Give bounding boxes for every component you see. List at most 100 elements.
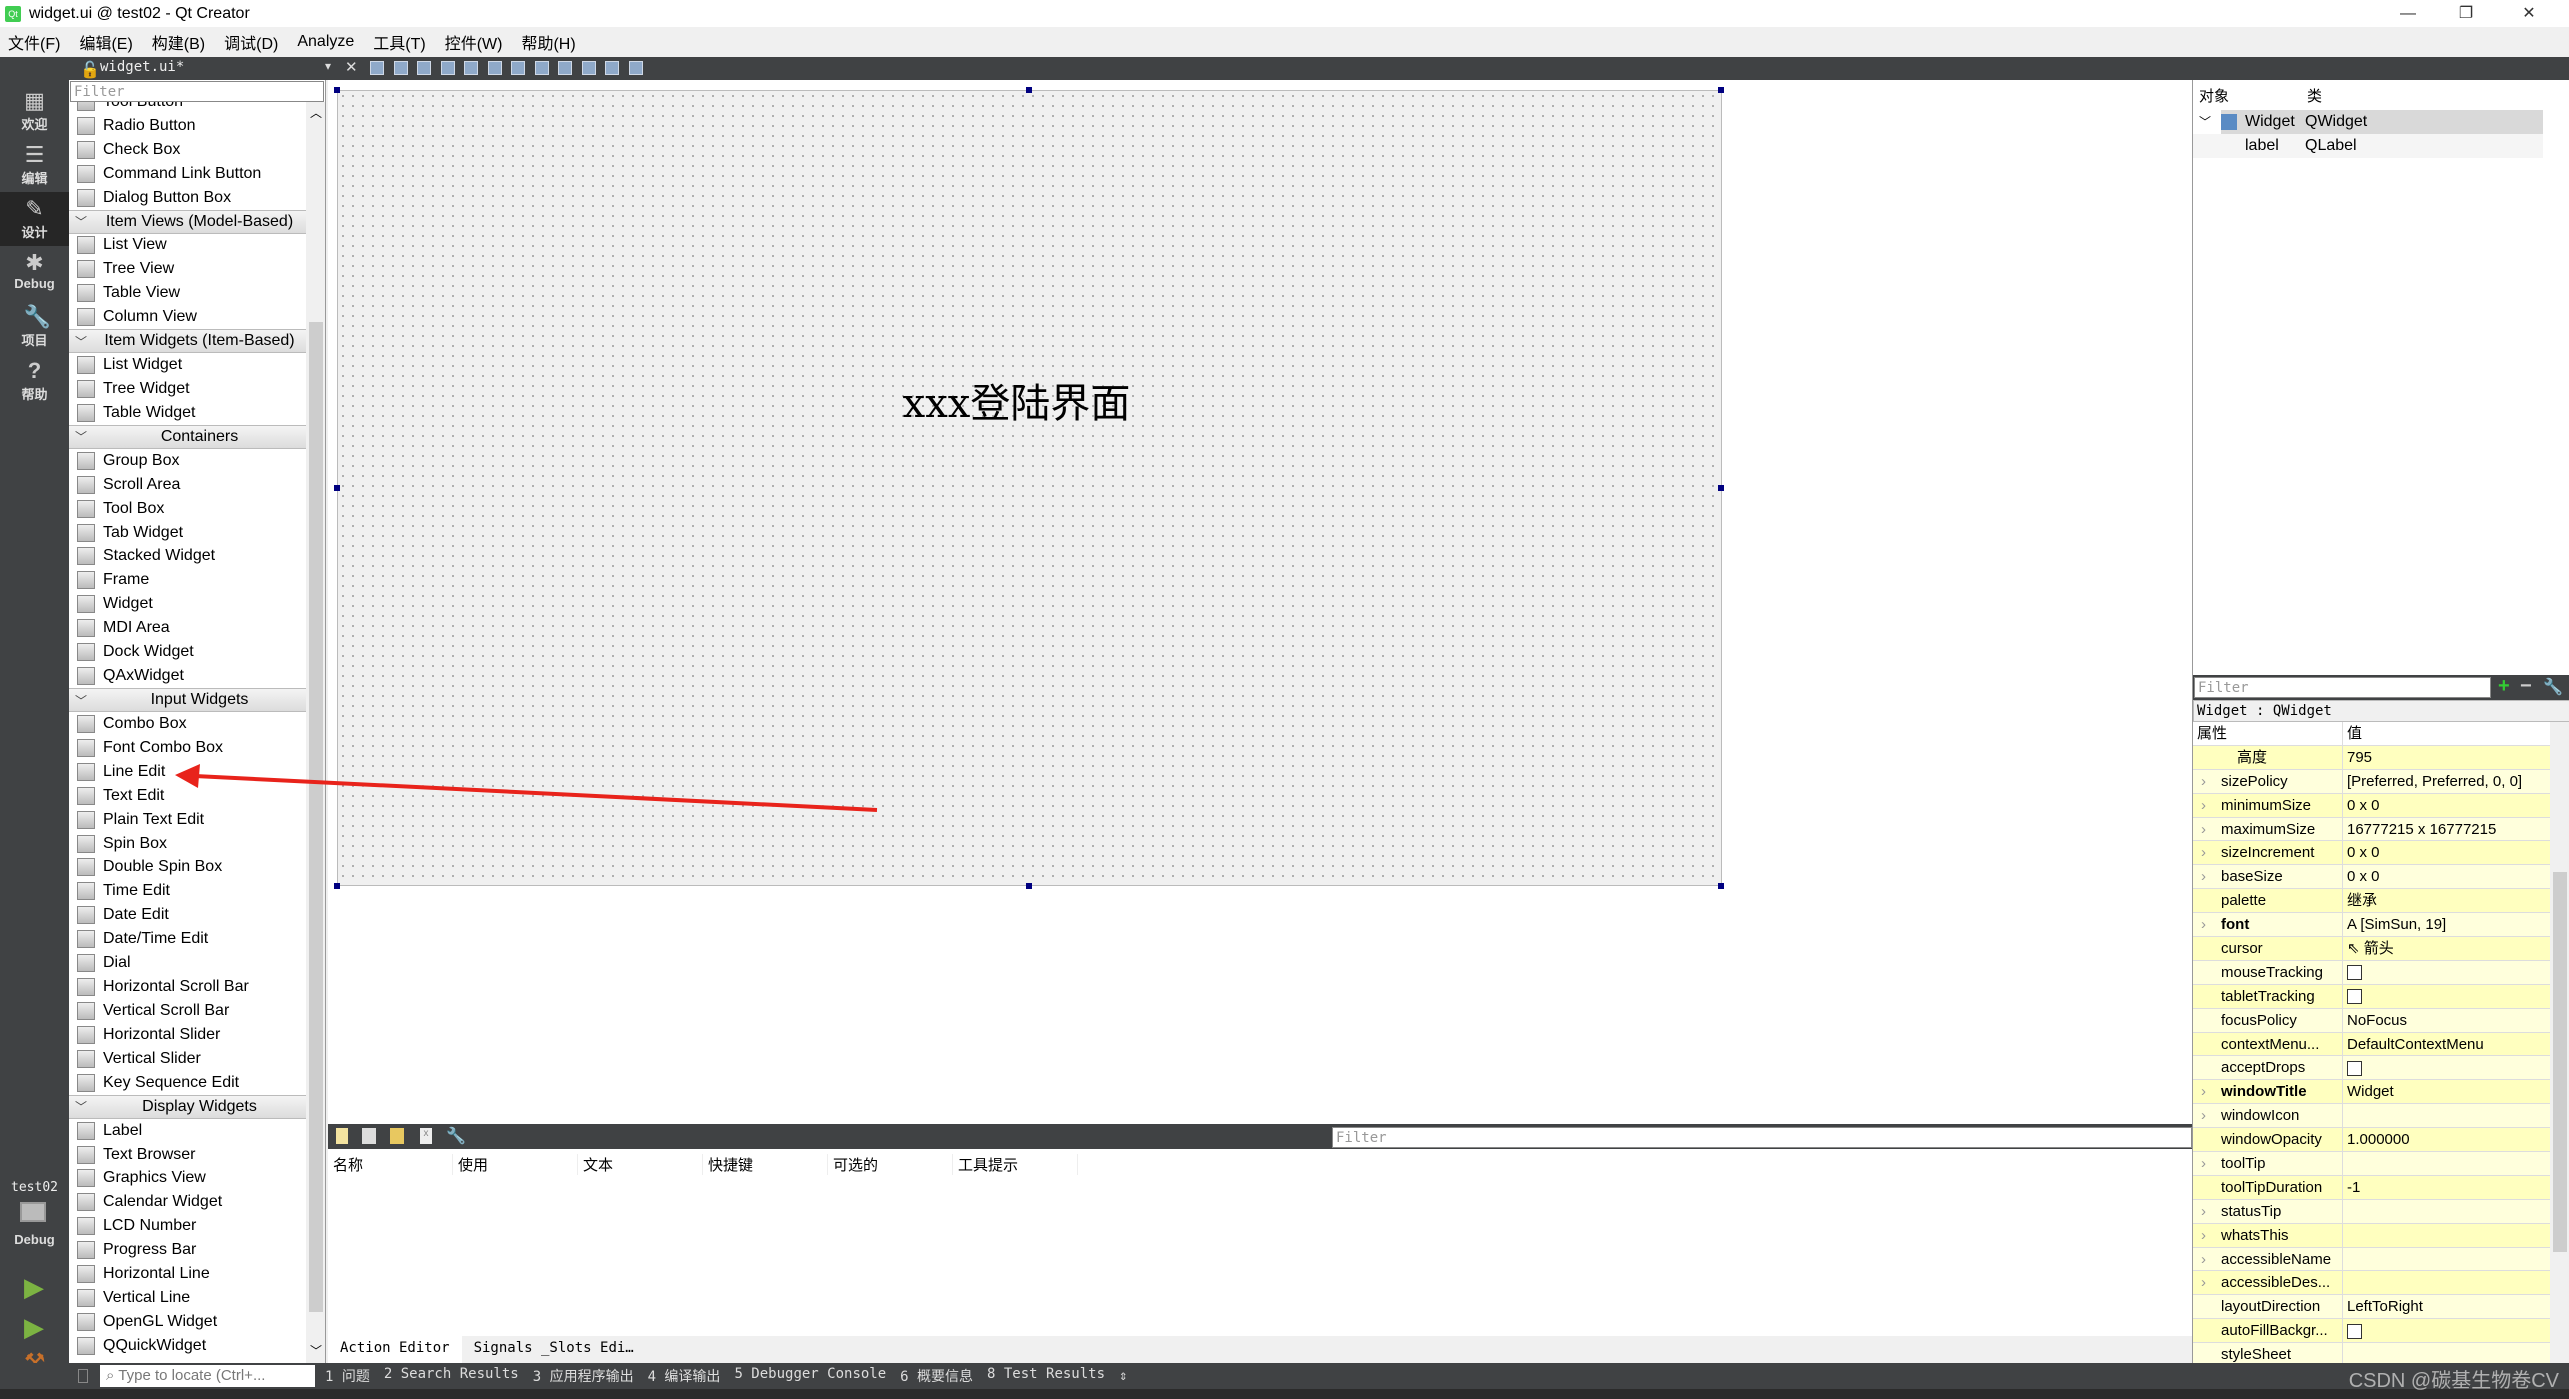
mode-[interactable]: ✎ 设计 xyxy=(0,192,69,246)
chevron-right-icon[interactable]: › xyxy=(2201,913,2206,936)
menu-item[interactable]: 构建(B) xyxy=(152,30,205,54)
category-item-views-model-based[interactable]: ﹀ Item Views (Model-Based) xyxy=(69,209,306,234)
widget-tree-widget[interactable]: Tree Widget xyxy=(69,377,306,401)
run-icon[interactable]: ▶ xyxy=(24,1272,44,1303)
mode-debug[interactable]: ✱ Debug xyxy=(0,246,69,300)
layout-tool-icon[interactable] xyxy=(581,61,596,75)
delete-action-icon[interactable]: x xyxy=(420,1128,432,1144)
close-document-button[interactable]: ✕ xyxy=(345,58,358,76)
property-scrollbar[interactable] xyxy=(2550,722,2569,1363)
layout-tool-icon[interactable] xyxy=(464,61,478,75)
chevron-down-icon[interactable]: ﹀ xyxy=(69,333,93,350)
widget-progress-bar[interactable]: Progress Bar xyxy=(69,1238,306,1262)
property-value[interactable]: [Preferred, Preferred, 0, 0] xyxy=(2343,770,2569,793)
property-row-stylesheet[interactable]: styleSheet xyxy=(2193,1343,2569,1363)
output-pane-button[interactable]: 1 问题 xyxy=(325,1366,370,1386)
wrench-icon[interactable]: 🔧 xyxy=(446,1126,466,1146)
menu-item[interactable]: 控件(W) xyxy=(445,30,503,54)
chevron-down-icon[interactable]: ﹀ xyxy=(69,213,93,230)
widget-vertical-slider[interactable]: Vertical Slider xyxy=(69,1047,306,1071)
widget-label[interactable]: Label xyxy=(69,1119,306,1143)
property-row-tooltipduration[interactable]: toolTipDuration -1 xyxy=(2193,1175,2569,1200)
tab-action-editor[interactable]: Action Editor xyxy=(328,1336,462,1363)
chevron-right-icon[interactable]: › xyxy=(2201,865,2206,888)
widget-dialog-button-box[interactable]: Dialog Button Box xyxy=(69,186,306,210)
property-value[interactable]: 795 xyxy=(2343,746,2569,769)
widget-line-edit[interactable]: Line Edit xyxy=(69,760,306,784)
column-header[interactable]: 快捷键 xyxy=(703,1153,828,1175)
column-header[interactable]: 可选的 xyxy=(828,1153,953,1175)
property-row-contextmenu[interactable]: contextMenu... DefaultContextMenu xyxy=(2193,1032,2569,1057)
resize-handle[interactable] xyxy=(1718,87,1724,93)
menu-item[interactable]: 调试(D) xyxy=(224,30,278,54)
property-value[interactable]: DefaultContextMenu xyxy=(2343,1033,2569,1056)
checkbox[interactable] xyxy=(2347,1061,2362,1076)
widget-graphics-view[interactable]: Graphics View xyxy=(69,1166,306,1190)
property-row-tooltip[interactable]: › toolTip xyxy=(2193,1152,2569,1176)
property-value[interactable] xyxy=(2343,1056,2569,1079)
widget-table-widget[interactable]: Table Widget xyxy=(69,401,306,425)
property-row-accessibledes[interactable]: › accessibleDes... xyxy=(2193,1271,2569,1296)
property-value[interactable] xyxy=(2343,1104,2569,1127)
widget-qaxwidget[interactable]: QAxWidget xyxy=(69,664,306,688)
object-row-label[interactable]: label QLabel xyxy=(2193,134,2543,158)
property-row-maximumsize[interactable]: › maximumSize 16777215 x 16777215 xyxy=(2193,817,2569,842)
open-document-combo[interactable]: widget.ui* xyxy=(100,59,184,75)
output-pane-button[interactable]: 3 应用程序输出 xyxy=(533,1366,634,1386)
chevron-right-icon[interactable]: › xyxy=(2201,794,2206,817)
property-row-accessiblename[interactable]: › accessibleName xyxy=(2193,1247,2569,1272)
scroll-down-icon[interactable]: ﹀ xyxy=(310,1342,322,1359)
object-row-widget[interactable]: ﹀ Widget QWidget xyxy=(2199,110,2543,134)
widget-command-link-button[interactable]: Command Link Button xyxy=(69,162,306,186)
widget-tree-view[interactable]: Tree View xyxy=(69,257,306,281)
property-value[interactable]: 继承 xyxy=(2343,889,2569,912)
widget-qquickwidget[interactable]: QQuickWidget xyxy=(69,1334,306,1358)
chevron-down-icon[interactable]: ﹀ xyxy=(2199,110,2211,134)
property-row-statustip[interactable]: › statusTip xyxy=(2193,1199,2569,1224)
menu-item[interactable]: 帮助(H) xyxy=(521,30,575,54)
widget-box-scrollbar[interactable]: ︿ ﹀ xyxy=(306,102,325,1363)
property-value[interactable] xyxy=(2343,985,2569,1008)
category-item-widgets-item-based[interactable]: ﹀ Item Widgets (Item-Based) xyxy=(69,329,306,354)
remove-property-icon[interactable]: − xyxy=(2520,675,2532,698)
chevron-right-icon[interactable]: › xyxy=(2201,1271,2206,1294)
chevron-right-icon[interactable]: › xyxy=(2201,770,2206,793)
paste-action-icon[interactable] xyxy=(390,1128,404,1144)
layout-tool-icon[interactable] xyxy=(605,61,619,75)
widget-column-view[interactable]: Column View xyxy=(69,305,306,329)
widget-check-box[interactable]: Check Box xyxy=(69,138,306,162)
chevron-right-icon[interactable]: › xyxy=(2201,1152,2206,1175)
output-pane-button[interactable]: 4 编译输出 xyxy=(648,1366,721,1386)
property-value[interactable]: 0 x 0 xyxy=(2343,794,2569,817)
property-value[interactable]: -1 xyxy=(2343,1176,2569,1199)
layout-tool-icon[interactable] xyxy=(487,61,502,75)
chevron-right-icon[interactable]: › xyxy=(2201,1248,2206,1271)
widget-list-widget[interactable]: List Widget xyxy=(69,353,306,377)
property-value[interactable]: 0 x 0 xyxy=(2343,865,2569,888)
property-filter-input[interactable]: Filter xyxy=(2194,677,2491,698)
layout-tool-icon[interactable] xyxy=(534,61,549,75)
action-table[interactable] xyxy=(328,1179,2192,1336)
property-row-basesize[interactable]: › baseSize 0 x 0 xyxy=(2193,865,2569,890)
property-value[interactable] xyxy=(2343,1200,2569,1223)
chevron-down-icon[interactable]: ▾ xyxy=(325,59,331,73)
resize-handle[interactable] xyxy=(1026,87,1032,93)
widget-scroll-area[interactable]: Scroll Area xyxy=(69,473,306,497)
menu-item[interactable]: 工具(T) xyxy=(373,30,425,54)
property-row-palette[interactable]: palette 继承 xyxy=(2193,889,2569,914)
property-row-acceptdrops[interactable]: acceptDrops xyxy=(2193,1056,2569,1081)
widget-horizontal-scroll-bar[interactable]: Horizontal Scroll Bar xyxy=(69,975,306,999)
widget-date-time-edit[interactable]: Date/Time Edit xyxy=(69,927,306,951)
property-row-mousetracking[interactable]: mouseTracking xyxy=(2193,960,2569,985)
form-widget[interactable]: xxx登陆界面 xyxy=(334,87,1724,889)
output-pane-button[interactable]: 5 Debugger Console xyxy=(734,1366,886,1386)
property-row-autofillbackgr[interactable]: autoFillBackgr... xyxy=(2193,1319,2569,1344)
resize-handle[interactable] xyxy=(334,883,340,889)
checkbox[interactable] xyxy=(2347,989,2362,1005)
maximize-button[interactable]: ❐ xyxy=(2437,0,2495,27)
layout-tool-icon[interactable] xyxy=(558,61,572,75)
property-value[interactable] xyxy=(2343,961,2569,984)
mode-[interactable]: 🔧 项目 xyxy=(0,300,69,354)
layout-tool-icon[interactable] xyxy=(511,61,525,75)
property-row-windowicon[interactable]: › windowIcon xyxy=(2193,1104,2569,1129)
